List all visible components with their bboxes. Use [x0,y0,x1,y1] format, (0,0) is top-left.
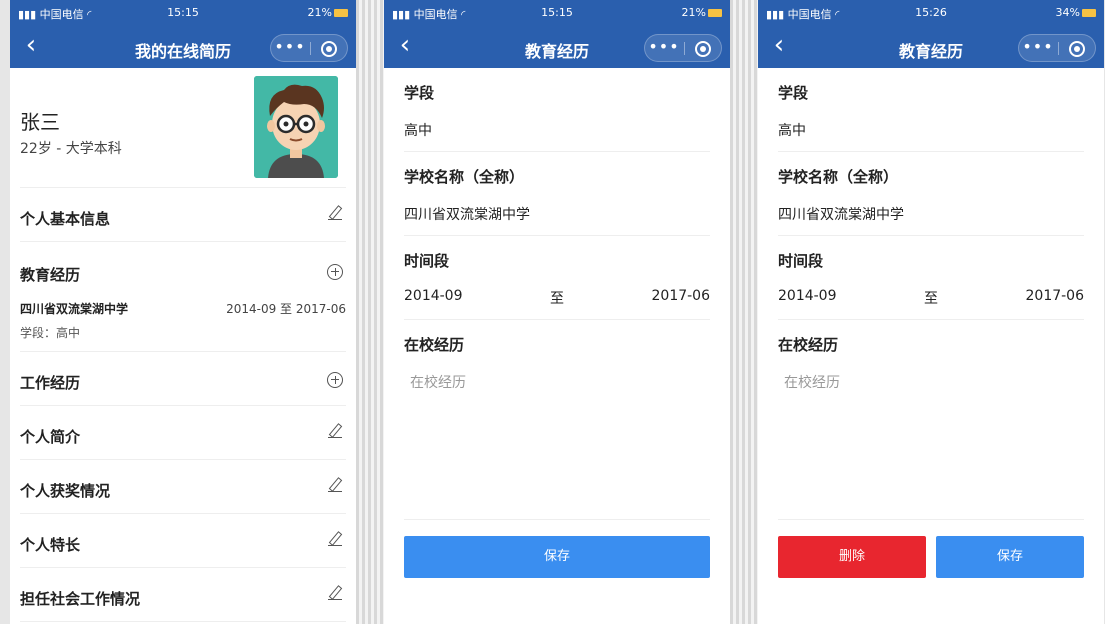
stage-field[interactable]: 学段 高中 [404,68,710,152]
section-label: 个人特长 [20,536,81,554]
panel-gutter [730,0,758,624]
battery-status: 34% [1056,6,1096,19]
field-label: 在校经历 [778,336,839,354]
section-label: 个人获奖情况 [20,482,111,500]
period-field: 时间段 2014-09 至 2017-06 [404,236,710,320]
education-school[interactable]: 四川省双流棠湖中学 [20,300,128,317]
nav-bar: ‹ 教育经历 ••• [384,26,730,68]
field-label: 在校经历 [404,336,465,354]
more-dots-icon[interactable]: ••• [1019,37,1057,56]
avatar[interactable] [254,76,338,178]
period-separator: 至 [924,291,938,307]
school-value[interactable]: 四川省双流棠湖中学 [778,204,904,224]
section-label: 个人基本信息 [20,210,111,228]
section-label: 个人简介 [20,428,81,446]
experience-field: 在校经历 [404,320,710,520]
education-edit-screen: ▮▮▮ 中国电信 ◜ 15:26 34% ‹ 教育经历 ••• 学段 高中 学校… [758,0,1104,624]
section-label: 担任社会工作情况 [20,590,141,608]
field-label: 学校名称（全称） [404,168,525,186]
mini-program-capsule: ••• [1018,34,1096,62]
target-icon[interactable] [1069,41,1085,57]
experience-textarea[interactable] [778,364,1084,509]
profile-name: 张三 [20,110,60,134]
section-skills[interactable]: 个人特长 [20,514,346,568]
battery-status: 21% [308,6,348,19]
pencil-icon[interactable] [324,476,346,498]
field-label: 时间段 [778,252,824,270]
education-stage: 学段：高中 [20,326,81,340]
save-button[interactable]: 保存 [404,536,710,578]
section-label: 工作经历 [20,374,81,392]
pencil-icon[interactable] [324,204,346,226]
avatar-illustration [254,76,338,178]
school-value[interactable]: 四川省双流棠湖中学 [404,204,530,224]
mini-program-capsule: ••• [270,34,348,62]
status-time: 15:26 [915,6,947,19]
status-bar: ▮▮▮ 中国电信 ◜ 15:26 34% [758,0,1104,26]
stage-field[interactable]: 学段 高中 [778,68,1084,152]
profile-header: 张三 22岁 - 大学本科 [20,68,346,188]
section-basic-info[interactable]: 个人基本信息 [20,188,346,242]
resume-screen: ▮▮▮ 中国电信 ◜ 15:15 21% ‹ 我的在线简历 ••• 张三 22岁… [10,0,356,624]
period-start[interactable]: 2014-09 [778,288,837,304]
plus-circle-icon[interactable] [324,260,346,282]
stage-value[interactable]: 高中 [404,120,432,140]
pencil-icon[interactable] [324,530,346,552]
section-label: 教育经历 [20,266,81,284]
capsule-divider [1058,42,1059,55]
period-field: 时间段 2014-09 至 2017-06 [778,236,1084,320]
education-form: 学段 高中 学校名称（全称） 四川省双流棠湖中学 时间段 2014-09 至 2… [384,68,730,520]
battery-icon [708,9,722,17]
delete-button[interactable]: 删除 [778,536,926,578]
capsule-divider [310,42,311,55]
profile-meta: 22岁 - 大学本科 [20,141,122,157]
field-label: 学段 [778,84,809,102]
section-awards[interactable]: 个人获奖情况 [20,460,346,514]
period-end[interactable]: 2017-06 [652,288,711,304]
field-label: 学校名称（全称） [778,168,899,186]
school-field[interactable]: 学校名称（全称） 四川省双流棠湖中学 [404,152,710,236]
period-end[interactable]: 2017-06 [1026,288,1085,304]
capsule-divider [684,42,685,55]
save-button[interactable]: 保存 [936,536,1084,578]
section-intro[interactable]: 个人简介 [20,406,346,460]
target-icon[interactable] [695,41,711,57]
section-work[interactable]: 工作经历 [20,352,346,406]
education-form: 学段 高中 学校名称（全称） 四川省双流棠湖中学 时间段 2014-09 至 2… [758,68,1104,520]
stage-value[interactable]: 高中 [778,120,806,140]
mini-program-capsule: ••• [644,34,722,62]
status-time: 15:15 [167,6,199,19]
battery-icon [1082,9,1096,17]
pencil-icon[interactable] [324,422,346,444]
experience-field: 在校经历 [778,320,1084,520]
status-bar: ▮▮▮ 中国电信 ◜ 15:15 21% [384,0,730,26]
pencil-icon[interactable] [324,584,346,606]
period-start[interactable]: 2014-09 [404,288,463,304]
battery-status: 21% [682,6,722,19]
section-social-work[interactable]: 担任社会工作情况 [20,568,346,622]
panel-gutter [356,0,384,624]
status-bar: ▮▮▮ 中国电信 ◜ 15:15 21% [10,0,356,26]
school-field[interactable]: 学校名称（全称） 四川省双流棠湖中学 [778,152,1084,236]
field-label: 学段 [404,84,435,102]
more-dots-icon[interactable]: ••• [645,37,683,56]
target-icon[interactable] [321,41,337,57]
education-dates: 2014-09 至 2017-06 [226,302,346,316]
plus-circle-icon[interactable] [324,368,346,390]
section-education: 教育经历 四川省双流棠湖中学 2014-09 至 2017-06 学段：高中 [20,242,346,352]
status-time: 15:15 [541,6,573,19]
field-label: 时间段 [404,252,450,270]
nav-bar: ‹ 我的在线简历 ••• [10,26,356,68]
period-separator: 至 [550,291,564,307]
more-dots-icon[interactable]: ••• [271,37,309,56]
experience-textarea[interactable] [404,364,710,509]
nav-bar: ‹ 教育经历 ••• [758,26,1104,68]
battery-icon [334,9,348,17]
education-form-screen: ▮▮▮ 中国电信 ◜ 15:15 21% ‹ 教育经历 ••• 学段 高中 学校… [384,0,730,624]
